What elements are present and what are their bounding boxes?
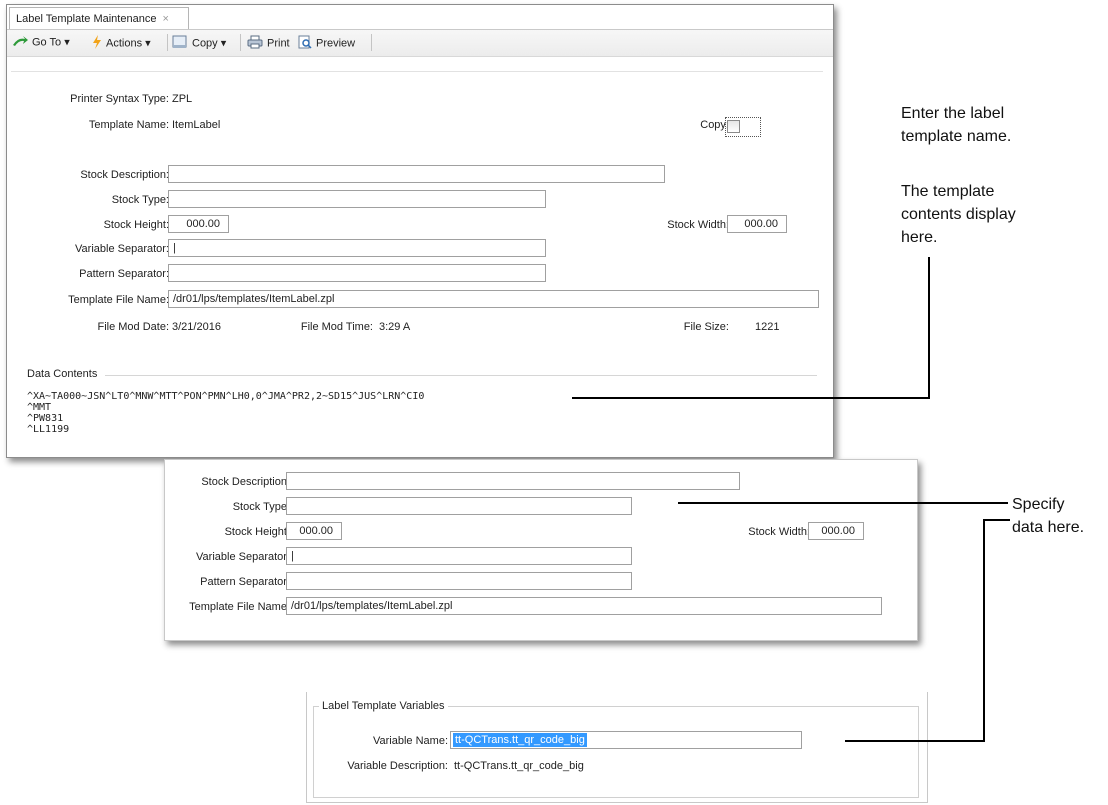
- data-line: ^PW831: [27, 413, 64, 424]
- variable-separator-label: Variable Separator:: [75, 243, 169, 255]
- file-size-label: File Size:: [683, 321, 729, 333]
- variable-description-label: Variable Description:: [347, 760, 448, 772]
- preview-icon: [298, 35, 312, 52]
- stock-width-field[interactable]: 000.00: [727, 215, 787, 233]
- file-mod-time-value: 3:29 A: [379, 321, 411, 333]
- preview-label: Preview: [316, 37, 356, 50]
- print-label: Print: [267, 37, 290, 50]
- variable-separator-field[interactable]: |: [168, 239, 546, 257]
- detail-pattern-separator-label: Pattern Separator:: [200, 576, 290, 588]
- template-file-label: Template File Name:: [68, 294, 169, 306]
- data-line: ^LL1199: [27, 424, 70, 435]
- label-template-window: Label Template Maintenance × Go To ▾ Acti…: [6, 4, 834, 458]
- stock-width-label: Stock Width:: [667, 219, 729, 231]
- form-top-divider: [11, 71, 823, 72]
- copy-label: Copy: [192, 37, 218, 50]
- variable-name-label: Variable Name:: [373, 735, 448, 747]
- callout-line: here.: [901, 229, 938, 246]
- leader-line-variables-horizontal: [845, 740, 985, 742]
- copy-button[interactable]: Copy ▾: [172, 35, 226, 52]
- file-mod-time-label: File Mod Time:: [300, 321, 373, 333]
- file-size-value: 1221: [755, 321, 780, 333]
- goto-label: Go To: [32, 36, 62, 49]
- lightning-icon: [92, 35, 102, 52]
- toolbar-separator: [240, 34, 241, 51]
- detail-variable-separator-field[interactable]: |: [286, 547, 632, 565]
- stock-detail-panel: Stock Description: Stock Type: Stock Hei…: [164, 459, 918, 641]
- copy-checkbox-focus[interactable]: [725, 117, 761, 137]
- pattern-separator-field[interactable]: [168, 264, 546, 282]
- detail-stock-type-label: Stock Type:: [232, 501, 290, 513]
- stock-height-label: Stock Height:: [103, 219, 169, 231]
- detail-stock-desc-label: Stock Description:: [201, 476, 290, 488]
- goto-arrow-icon: [12, 35, 28, 50]
- stock-desc-field[interactable]: [168, 165, 665, 183]
- leader-line-specify-elbow: [983, 519, 1010, 521]
- callout-specify: Specify data here.: [1012, 493, 1084, 539]
- leader-line-contents-vertical: [928, 257, 930, 398]
- detail-variable-separator-label: Variable Separator:: [196, 551, 290, 563]
- tab-title: Label Template Maintenance: [16, 13, 157, 25]
- leader-line-contents-horizontal: [572, 397, 930, 399]
- file-mod-date-value: 3/21/2016: [172, 321, 221, 333]
- template-name-label: Template Name:: [88, 119, 169, 131]
- detail-stock-height-label: Stock Height:: [224, 526, 290, 538]
- toolbar-separator: [371, 34, 372, 51]
- detail-stock-type-field[interactable]: [286, 497, 632, 515]
- toolbar: Go To ▾ Actions ▾ Copy ▾ Print Preview: [7, 29, 833, 57]
- printer-syntax-label: Printer Syntax Type:: [70, 93, 169, 105]
- detail-stock-width-field[interactable]: 000.00: [808, 522, 864, 540]
- callout-line: contents display: [901, 206, 1016, 223]
- actions-dropdown-icon: ▾: [145, 37, 151, 50]
- template-name-value: ItemLabel: [172, 119, 221, 131]
- toolbar-separator: [167, 34, 168, 51]
- template-file-field[interactable]: /dr01/lps/templates/ItemLabel.zpl: [168, 290, 819, 308]
- callout-line: data here.: [1012, 519, 1085, 536]
- preview-button[interactable]: Preview: [298, 35, 355, 52]
- variables-group-title: Label Template Variables: [319, 700, 448, 712]
- variables-group-box: [313, 706, 919, 798]
- printer-syntax-value: ZPL: [172, 93, 193, 105]
- data-line: ^MMT: [27, 402, 52, 413]
- actions-label: Actions: [106, 37, 143, 50]
- detail-template-file-label: Template File Name:: [189, 601, 290, 613]
- copy-icon: [172, 35, 188, 52]
- leader-line-specify-top: [678, 502, 1008, 504]
- stock-type-label: Stock Type:: [111, 194, 169, 206]
- data-contents-divider: [105, 375, 817, 376]
- stock-desc-label: Stock Description:: [80, 169, 169, 181]
- detail-pattern-separator-field[interactable]: [286, 572, 632, 590]
- print-button[interactable]: Print: [247, 35, 290, 52]
- callout-enter-name: Enter the label template name.: [901, 102, 1011, 148]
- label-template-variables-panel: Label Template Variables Variable Name: …: [306, 692, 928, 803]
- pattern-separator-label: Pattern Separator:: [79, 268, 169, 280]
- callout-line: template name.: [901, 128, 1012, 145]
- stock-type-field[interactable]: [168, 190, 546, 208]
- callout-line: Enter the label: [901, 105, 1005, 122]
- data-contents-label: Data Contents: [27, 368, 98, 380]
- detail-stock-width-label: Stock Width:: [748, 526, 810, 538]
- variable-name-selected-text: tt-QCTrans.tt_qr_code_big: [453, 733, 587, 747]
- data-contents-area[interactable]: ^XA~TA000~JSN^LT0^MNW^MTT^PON^PMN^LH0,0^…: [27, 391, 827, 451]
- goto-button[interactable]: Go To ▾: [12, 35, 70, 50]
- stock-height-field[interactable]: 000.00: [168, 215, 229, 233]
- file-mod-date-label: File Mod Date:: [97, 321, 169, 333]
- callout-line: Specify: [1012, 496, 1065, 513]
- goto-dropdown-icon: ▾: [64, 36, 70, 49]
- variable-description-value: tt-QCTrans.tt_qr_code_big: [454, 760, 584, 772]
- callout-line: The template: [901, 183, 995, 200]
- detail-stock-height-field[interactable]: 000.00: [286, 522, 342, 540]
- leader-line-specify-vertical: [983, 519, 985, 742]
- actions-button[interactable]: Actions ▾: [92, 35, 151, 52]
- copy-checkbox[interactable]: [727, 120, 740, 133]
- copy-dropdown-icon: ▾: [220, 37, 227, 50]
- detail-template-file-field[interactable]: /dr01/lps/templates/ItemLabel.zpl: [286, 597, 882, 615]
- variable-name-field[interactable]: tt-QCTrans.tt_qr_code_big: [450, 731, 802, 749]
- close-tab-icon[interactable]: ×: [162, 13, 168, 25]
- detail-stock-desc-field[interactable]: [286, 472, 740, 490]
- tab-label-template-maintenance[interactable]: Label Template Maintenance ×: [9, 7, 189, 29]
- printer-icon: [247, 35, 263, 52]
- callout-contents: The template contents display here.: [901, 180, 1016, 249]
